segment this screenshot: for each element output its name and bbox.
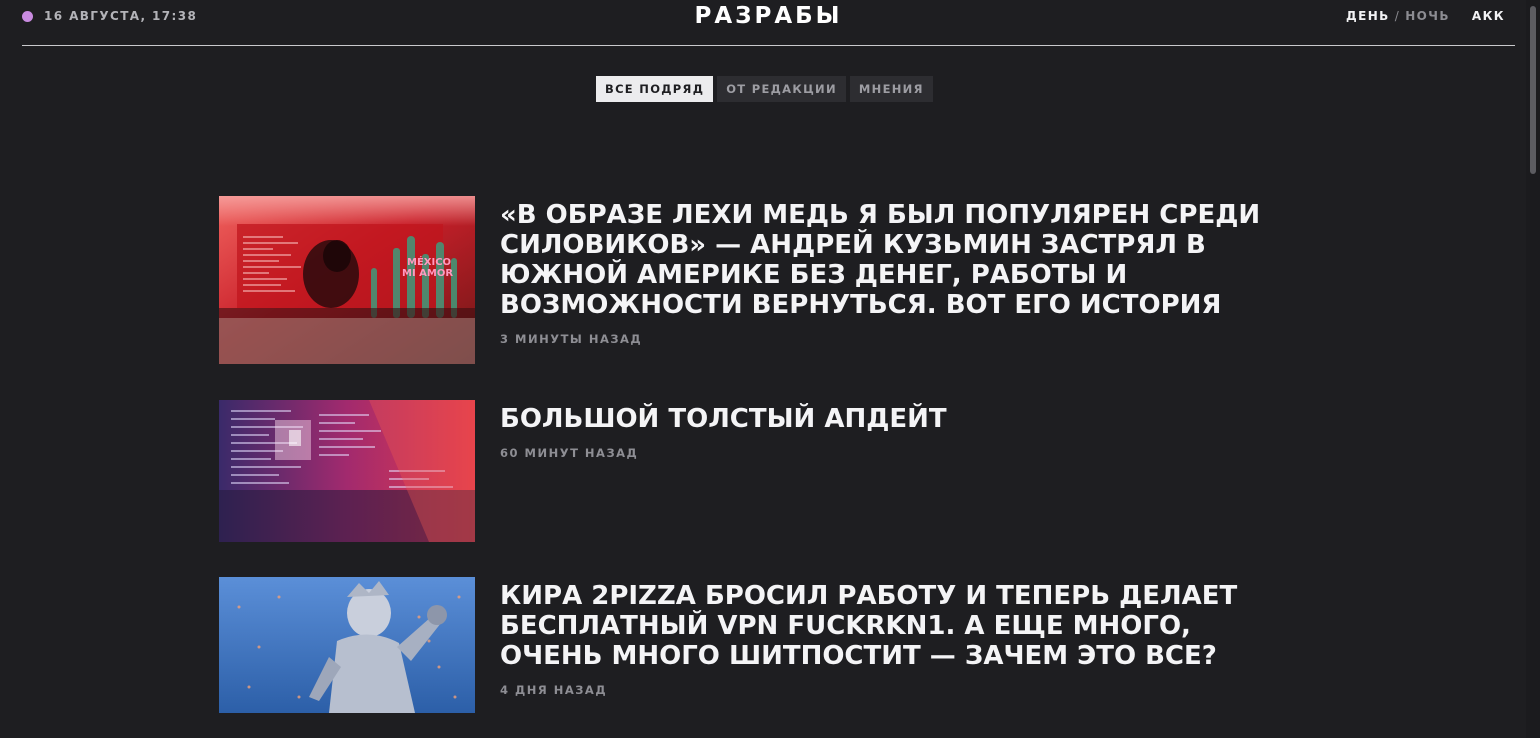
tab-editorial[interactable]: ОТ РЕДАКЦИИ [717, 76, 846, 102]
article-body: «В ОБРАЗЕ ЛЕХИ МЕДЬ Я БЫЛ ПОПУЛЯРЕН СРЕД… [500, 196, 1300, 364]
thumbnail-caption: MI AMOR [402, 268, 453, 279]
scrollbar-thumb[interactable] [1530, 6, 1536, 174]
page-scrollbar[interactable] [1526, 0, 1540, 738]
article-timestamp: 60 МИНУТ НАЗАД [500, 446, 639, 460]
thumbnail-caption: MÉXICO [407, 255, 451, 268]
article-body: КИРА 2PIZZA БРОСИЛ РАБОТУ И ТЕПЕРЬ ДЕЛАЕ… [500, 577, 1300, 713]
article-thumbnail[interactable]: MÉXICO MI AMOR [219, 196, 475, 364]
article-item[interactable]: КИРА 2PIZZA БРОСИЛ РАБОТУ И ТЕПЕРЬ ДЕЛАЕ… [219, 577, 1300, 713]
theme-day-toggle[interactable]: ДЕНЬ [1346, 9, 1390, 23]
theme-separator: / [1394, 9, 1401, 23]
theme-night-toggle[interactable]: НОЧЬ [1405, 9, 1450, 23]
site-logo[interactable]: РАЗРАБЫ [22, 3, 1515, 29]
article-title[interactable]: БОЛЬШОЙ ТОЛСТЫЙ АПДЕЙТ [500, 404, 1300, 434]
article-timestamp: 3 МИНУТЫ НАЗАД [500, 332, 643, 346]
page: 16 АВГУСТА, 17:38 РАЗРАБЫ ДЕНЬ / НОЧЬ АК… [0, 0, 1540, 738]
article-body: БОЛЬШОЙ ТОЛСТЫЙ АПДЕЙТ 60 МИНУТ НАЗАД [500, 400, 1300, 542]
article-title[interactable]: «В ОБРАЗЕ ЛЕХИ МЕДЬ Я БЫЛ ПОПУЛЯРЕН СРЕД… [500, 200, 1300, 320]
article-timestamp: 4 ДНЯ НАЗАД [500, 683, 608, 697]
account-link[interactable]: АКК [1472, 9, 1505, 23]
article-thumbnail[interactable] [219, 577, 475, 713]
thumbnail-image-statue [219, 577, 475, 713]
thumbnail-image-mexico: MÉXICO MI AMOR [219, 196, 475, 364]
article-item[interactable]: БОЛЬШОЙ ТОЛСТЫЙ АПДЕЙТ 60 МИНУТ НАЗАД [219, 400, 1300, 542]
article-title[interactable]: КИРА 2PIZZA БРОСИЛ РАБОТУ И ТЕПЕРЬ ДЕЛАЕ… [500, 581, 1300, 671]
site-header: 16 АВГУСТА, 17:38 РАЗРАБЫ ДЕНЬ / НОЧЬ АК… [22, 0, 1515, 46]
article-item[interactable]: MÉXICO MI AMOR «В ОБРАЗЕ ЛЕХИ МЕДЬ Я БЫЛ… [219, 196, 1300, 364]
header-controls: ДЕНЬ / НОЧЬ АКК [1346, 9, 1505, 23]
tab-opinions[interactable]: МНЕНИЯ [849, 76, 933, 102]
thumbnail-image-code [219, 400, 475, 542]
article-thumbnail[interactable] [219, 400, 475, 542]
tab-all[interactable]: ВСЕ ПОДРЯД [596, 76, 714, 102]
feed-filter-tabs: ВСЕ ПОДРЯД ОТ РЕДАКЦИИ МНЕНИЯ [596, 76, 933, 102]
